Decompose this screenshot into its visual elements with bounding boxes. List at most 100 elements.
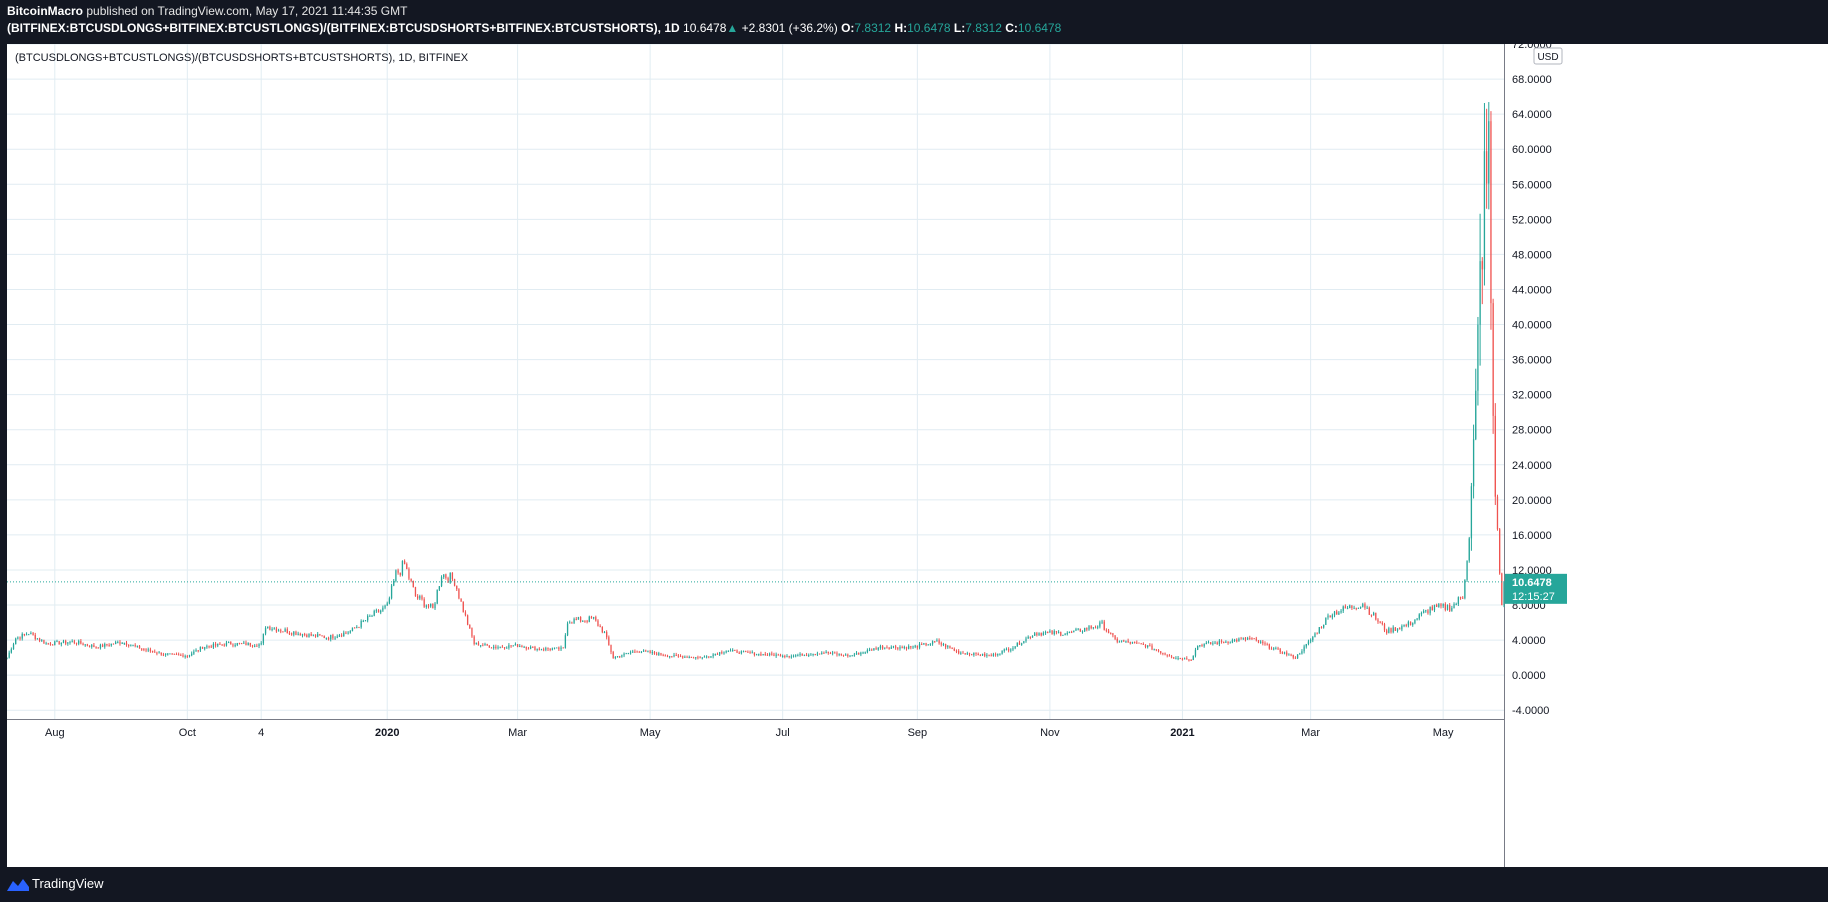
candle-body[interactable] — [306, 634, 308, 638]
candle-body[interactable] — [419, 596, 421, 599]
candle-body[interactable] — [538, 648, 540, 650]
candle-body[interactable] — [660, 653, 662, 655]
candle-body[interactable] — [1370, 614, 1373, 616]
candle-body[interactable] — [916, 645, 919, 648]
candle-body[interactable] — [1353, 607, 1355, 609]
candle-body[interactable] — [836, 653, 838, 655]
candle-body[interactable] — [36, 638, 39, 640]
candle-body[interactable] — [343, 632, 345, 637]
candle-body[interactable] — [1388, 628, 1390, 634]
candle-body[interactable] — [684, 656, 686, 658]
candle-body[interactable] — [1275, 648, 1277, 650]
candle-body[interactable] — [17, 637, 19, 639]
candle-body[interactable] — [1025, 638, 1027, 642]
candle-body[interactable] — [143, 649, 145, 651]
candle-body[interactable] — [208, 646, 210, 648]
candle-body[interactable] — [1349, 605, 1351, 609]
currency-label[interactable]: USD — [1537, 52, 1558, 63]
candle-body[interactable] — [927, 644, 929, 646]
candle-body[interactable] — [1218, 640, 1221, 645]
candle-body[interactable] — [438, 586, 441, 590]
candle-body[interactable] — [608, 637, 610, 645]
candle-body[interactable] — [245, 642, 247, 646]
candle-body[interactable] — [1081, 631, 1084, 633]
candle-body[interactable] — [156, 652, 158, 654]
candle-body[interactable] — [1392, 627, 1394, 633]
candle-body[interactable] — [994, 654, 997, 656]
candle-body[interactable] — [182, 655, 184, 657]
candle-body[interactable] — [423, 599, 425, 607]
candle-body[interactable] — [458, 589, 460, 599]
candle-body[interactable] — [1064, 633, 1066, 635]
candle-body[interactable] — [1225, 641, 1227, 643]
candle-body[interactable] — [986, 654, 988, 656]
candle-body[interactable] — [416, 596, 419, 599]
candle-body[interactable] — [957, 650, 960, 654]
candle-body[interactable] — [1203, 644, 1205, 647]
candle-body[interactable] — [749, 652, 751, 654]
candle-body[interactable] — [1062, 634, 1064, 636]
candle-body[interactable] — [362, 620, 364, 622]
candle-body[interactable] — [825, 651, 827, 653]
candle-body[interactable] — [436, 589, 438, 604]
candle-body[interactable] — [321, 635, 323, 637]
candle-body[interactable] — [727, 651, 729, 653]
candle-body[interactable] — [314, 634, 317, 637]
candle-body[interactable] — [1212, 643, 1214, 645]
candle-body[interactable] — [319, 634, 321, 636]
candle-body[interactable] — [95, 647, 97, 649]
candle-body[interactable] — [38, 638, 41, 641]
candle-body[interactable] — [1144, 644, 1147, 647]
candle-body[interactable] — [1103, 621, 1105, 630]
candle-body[interactable] — [1357, 607, 1360, 609]
candle-body[interactable] — [1383, 624, 1386, 631]
candle-body[interactable] — [1368, 607, 1370, 615]
candle-body[interactable] — [1264, 643, 1266, 645]
candle-body[interactable] — [1125, 640, 1127, 642]
candle-body[interactable] — [10, 649, 12, 653]
candle-body[interactable] — [606, 632, 608, 638]
candle-body[interactable] — [162, 654, 165, 656]
candle-body[interactable] — [1086, 628, 1088, 630]
candle-body[interactable] — [1266, 644, 1268, 646]
candle-body[interactable] — [323, 636, 325, 639]
candle-body[interactable] — [842, 654, 845, 656]
candle-body[interactable] — [80, 641, 82, 644]
candle-body[interactable] — [645, 650, 647, 652]
candle-body[interactable] — [230, 642, 232, 645]
candle-body[interactable] — [1094, 627, 1097, 629]
candle-body[interactable] — [662, 654, 664, 656]
candle-body[interactable] — [371, 615, 373, 617]
candle-body[interactable] — [141, 648, 143, 650]
candle-body[interactable] — [206, 646, 208, 648]
candle-body[interactable] — [771, 653, 773, 655]
candle-body[interactable] — [299, 633, 301, 636]
candle-body[interactable] — [1340, 610, 1342, 613]
candle-body[interactable] — [1177, 658, 1179, 660]
candle-body[interactable] — [495, 646, 497, 648]
candle-body[interactable] — [488, 645, 490, 648]
candle-body[interactable] — [597, 620, 599, 627]
candle-body[interactable] — [573, 618, 575, 623]
candle-body[interactable] — [540, 649, 543, 651]
candle-body[interactable] — [390, 585, 393, 599]
candle-body[interactable] — [716, 653, 719, 655]
candle-body[interactable] — [671, 656, 673, 658]
candle-body[interactable] — [330, 635, 332, 640]
candle-body[interactable] — [1160, 651, 1162, 653]
candle-body[interactable] — [1403, 624, 1405, 626]
candle-body[interactable] — [1049, 630, 1051, 633]
candle-body[interactable] — [225, 642, 228, 646]
candle-body[interactable] — [19, 637, 21, 639]
candle-body[interactable] — [1196, 645, 1199, 650]
candle-body[interactable] — [944, 643, 947, 648]
candle-body[interactable] — [1138, 642, 1140, 644]
candle-body[interactable] — [310, 633, 312, 636]
candle-body[interactable] — [1475, 390, 1477, 440]
candle-body[interactable] — [21, 633, 23, 639]
candle-body[interactable] — [91, 645, 93, 647]
candle-body[interactable] — [1084, 628, 1086, 632]
candle-body[interactable] — [425, 605, 427, 607]
candle-body[interactable] — [560, 647, 562, 650]
candle-body[interactable] — [106, 643, 108, 646]
